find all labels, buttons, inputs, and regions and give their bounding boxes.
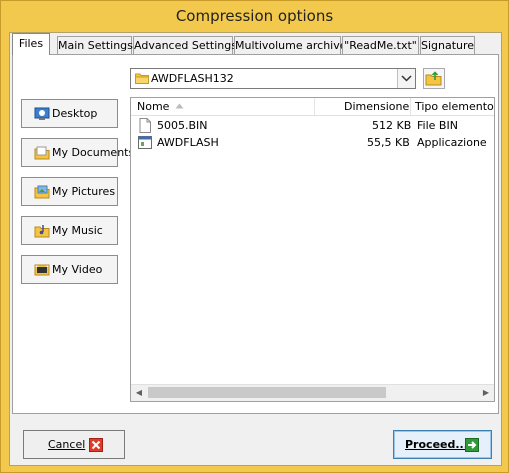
file-name: AWDFLASH xyxy=(157,136,219,149)
file-icon xyxy=(139,118,151,133)
up-folder-button[interactable] xyxy=(423,68,445,89)
folder-up-icon xyxy=(425,71,442,86)
documents-icon xyxy=(34,146,50,160)
sort-ascending-icon xyxy=(175,103,184,109)
horizontal-scrollbar[interactable]: ◀ ▶ xyxy=(131,384,494,401)
tab-main-settings[interactable]: Main Settings xyxy=(57,36,133,54)
compression-options-window: Compression options Files Main Settings … xyxy=(0,0,509,473)
column-header-name[interactable]: Nome xyxy=(137,100,169,113)
path-combobox[interactable]: AWDFLASH132 xyxy=(130,68,416,89)
place-label: My Music xyxy=(52,224,103,237)
music-icon xyxy=(34,225,50,238)
column-header-size[interactable]: Dimensione xyxy=(344,100,409,113)
video-icon xyxy=(34,264,50,276)
place-label: My Video xyxy=(52,263,103,276)
file-row[interactable]: AWDFLASH 55,5 KB Applicazione xyxy=(131,135,494,151)
application-icon xyxy=(138,136,152,149)
dialog-client: Files Main Settings Advanced Settings Mu… xyxy=(9,32,502,466)
cancel-icon xyxy=(89,438,103,452)
tab-strip: Files Main Settings Advanced Settings Mu… xyxy=(12,33,501,55)
file-list-header: Nome Dimensione Tipo elemento xyxy=(131,98,494,116)
files-tab-page: AWDFLASH132 Desktop My Documents My Pict… xyxy=(12,54,499,414)
proceed-button[interactable]: Proceed... xyxy=(393,430,492,459)
tab-signature[interactable]: Signature xyxy=(420,36,475,54)
window-title: Compression options xyxy=(175,7,334,25)
file-row[interactable]: 5005.BIN 512 KB File BIN xyxy=(131,118,494,134)
place-label: Desktop xyxy=(52,107,98,120)
chevron-down-icon xyxy=(401,75,412,82)
place-my-pictures-button[interactable]: My Pictures xyxy=(21,177,118,206)
file-name: 5005.BIN xyxy=(157,119,208,132)
scroll-left-icon[interactable]: ◀ xyxy=(134,388,144,398)
place-my-documents-button[interactable]: My Documents xyxy=(21,138,134,167)
folder-icon xyxy=(135,73,149,84)
place-my-video-button[interactable]: My Video xyxy=(21,255,118,284)
file-type: File BIN xyxy=(417,119,458,132)
cancel-button[interactable]: Cancel xyxy=(23,430,125,459)
cancel-label: Cancel xyxy=(48,438,86,451)
place-desktop-button[interactable]: Desktop xyxy=(21,99,118,128)
path-dropdown-button[interactable] xyxy=(397,69,415,88)
tab-files[interactable]: Files xyxy=(12,33,50,55)
scrollbar-thumb[interactable] xyxy=(148,387,386,398)
column-separator[interactable] xyxy=(410,98,411,115)
place-my-music-button[interactable]: My Music xyxy=(21,216,118,245)
scroll-right-icon[interactable]: ▶ xyxy=(481,388,491,398)
file-size: 55,5 KB xyxy=(367,136,410,149)
title-bar[interactable]: Compression options xyxy=(1,1,508,31)
column-separator[interactable] xyxy=(314,98,315,115)
tab-advanced-settings[interactable]: Advanced Settings xyxy=(133,36,237,54)
place-label: My Documents xyxy=(52,146,135,159)
current-path: AWDFLASH132 xyxy=(151,72,234,85)
file-type: Applicazione xyxy=(417,136,487,149)
tab-readme[interactable]: "ReadMe.txt" xyxy=(342,36,419,54)
tab-multivolume-archive[interactable]: Multivolume archive xyxy=(234,36,347,54)
column-header-type[interactable]: Tipo elemento xyxy=(415,100,494,113)
proceed-arrow-icon xyxy=(465,438,479,452)
proceed-label: Proceed... xyxy=(405,438,468,451)
desktop-icon xyxy=(34,107,50,120)
file-list[interactable]: Nome Dimensione Tipo elemento 5005.BIN 5… xyxy=(130,97,495,402)
place-label: My Pictures xyxy=(52,185,116,198)
pictures-icon xyxy=(34,185,50,199)
file-size: 512 KB xyxy=(372,119,412,132)
